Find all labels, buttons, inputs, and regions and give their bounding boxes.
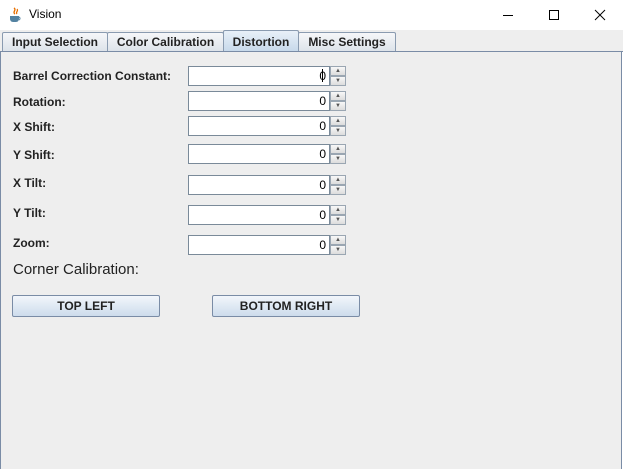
corner-calibration-title: Corner Calibration: <box>13 261 139 278</box>
y-tilt-label: Y Tilt: <box>13 206 46 220</box>
spinner-down-icon[interactable]: ▼ <box>330 154 346 164</box>
x-tilt-input[interactable]: 0 <box>188 175 330 195</box>
close-button[interactable] <box>577 0 623 30</box>
y-shift-input[interactable]: 0 <box>188 144 330 164</box>
spinner-down-icon[interactable]: ▼ <box>330 76 346 86</box>
spinner-up-icon[interactable]: ▲ <box>330 144 346 154</box>
spinner-up-icon[interactable]: ▲ <box>330 116 346 126</box>
rotation-label: Rotation: <box>13 95 66 109</box>
java-app-icon <box>10 7 21 22</box>
title-bar: Vision <box>0 0 623 30</box>
x-tilt-spinner[interactable]: 0 ▲ ▼ <box>188 175 346 195</box>
maximize-button[interactable] <box>531 0 577 30</box>
tab-input-selection[interactable]: Input Selection <box>2 32 108 51</box>
minimize-icon <box>503 15 513 16</box>
rotation-spinner[interactable]: 0 ▲ ▼ <box>188 91 346 111</box>
tab-strip: Input Selection Color Calibration Distor… <box>0 30 623 52</box>
maximize-icon <box>549 10 559 20</box>
bottom-right-button[interactable]: BOTTOM RIGHT <box>212 295 360 317</box>
close-icon <box>594 9 606 21</box>
text-caret <box>322 69 323 82</box>
tab-color-calibration[interactable]: Color Calibration <box>107 32 224 51</box>
spinner-up-icon[interactable]: ▲ <box>330 235 346 245</box>
top-left-button[interactable]: TOP LEFT <box>12 295 160 317</box>
x-shift-spinner[interactable]: 0 ▲ ▼ <box>188 116 346 136</box>
spinner-down-icon[interactable]: ▼ <box>330 126 346 136</box>
spinner-up-icon[interactable]: ▲ <box>330 175 346 185</box>
spinner-down-icon[interactable]: ▼ <box>330 215 346 225</box>
zoom-input[interactable]: 0 <box>188 235 330 255</box>
y-tilt-input[interactable]: 0 <box>188 205 330 225</box>
zoom-label: Zoom: <box>13 236 50 250</box>
y-shift-spinner[interactable]: 0 ▲ ▼ <box>188 144 346 164</box>
spinner-down-icon[interactable]: ▼ <box>330 185 346 195</box>
barrel-correction-input[interactable]: 0 <box>188 66 330 86</box>
spinner-down-icon[interactable]: ▼ <box>330 101 346 111</box>
tab-misc-settings[interactable]: Misc Settings <box>298 32 396 51</box>
zoom-spinner[interactable]: 0 ▲ ▼ <box>188 235 346 255</box>
barrel-correction-label: Barrel Correction Constant: <box>13 69 172 83</box>
x-shift-label: X Shift: <box>13 120 55 134</box>
y-shift-label: Y Shift: <box>13 148 55 162</box>
minimize-button[interactable] <box>485 0 531 30</box>
window-title: Vision <box>29 7 62 21</box>
spinner-up-icon[interactable]: ▲ <box>330 205 346 215</box>
x-tilt-label: X Tilt: <box>13 176 47 190</box>
spinner-up-icon[interactable]: ▲ <box>330 66 346 76</box>
spinner-up-icon[interactable]: ▲ <box>330 91 346 101</box>
distortion-panel: Barrel Correction Constant: 0 ▲ ▼ Rotati… <box>0 52 622 469</box>
x-shift-input[interactable]: 0 <box>188 116 330 136</box>
tab-distortion[interactable]: Distortion <box>223 30 299 52</box>
y-tilt-spinner[interactable]: 0 ▲ ▼ <box>188 205 346 225</box>
barrel-correction-spinner[interactable]: 0 ▲ ▼ <box>188 66 346 86</box>
spinner-down-icon[interactable]: ▼ <box>330 245 346 255</box>
rotation-input[interactable]: 0 <box>188 91 330 111</box>
